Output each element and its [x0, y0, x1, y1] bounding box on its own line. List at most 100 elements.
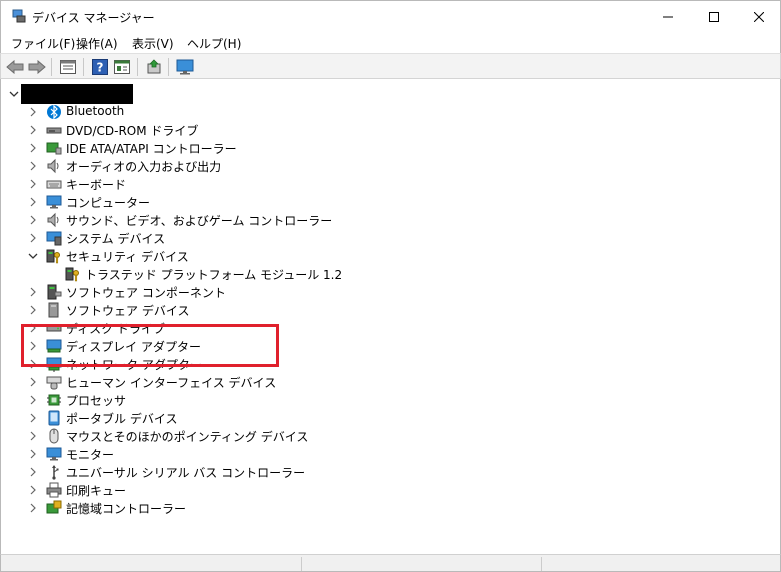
tree-category-label: ポータブル デバイス [66, 412, 178, 426]
chevron-right-icon[interactable] [28, 377, 38, 387]
chevron-down-icon[interactable] [28, 251, 38, 261]
chevron-right-icon[interactable] [28, 449, 38, 459]
tree-category-label: セキュリティ デバイス [66, 250, 189, 264]
menu-action[interactable]: 操作(A) [76, 35, 118, 52]
bluetooth-icon [47, 104, 61, 120]
tree-category-label: システム デバイス [66, 232, 166, 246]
view-button[interactable] [112, 57, 132, 77]
chevron-right-icon[interactable] [28, 215, 38, 225]
speaker-icon [47, 158, 59, 174]
tree-category[interactable]: ソフトウェア デバイス [1, 301, 761, 319]
tree-category[interactable]: セキュリティ デバイス [1, 247, 761, 265]
window-title: デバイス マネージャー [32, 11, 155, 25]
security-key-icon [65, 267, 79, 282]
tree-category-label: 印刷キュー [66, 484, 127, 498]
speaker-icon [47, 212, 59, 228]
mouse-icon [49, 428, 59, 444]
chevron-right-icon[interactable] [28, 179, 38, 189]
tree-category[interactable]: マウスとそのほかのポインティング デバイス [1, 427, 761, 445]
help-button[interactable]: ? [90, 57, 110, 77]
tree-category-label: DVD/CD-ROM ドライブ [66, 124, 199, 138]
chevron-right-icon[interactable] [28, 197, 38, 207]
chevron-right-icon[interactable] [28, 107, 38, 117]
tree-category-label: Bluetooth [66, 104, 125, 118]
printer-icon [46, 482, 62, 498]
chevron-right-icon[interactable] [28, 485, 38, 495]
maximize-icon [709, 11, 719, 22]
computer-icon [46, 195, 62, 209]
properties-pane-icon [60, 60, 76, 74]
tree-device[interactable]: トラステッド プラットフォーム モジュール 1.2 [1, 265, 761, 283]
status-bar [0, 554, 781, 572]
device-manager-app-icon [12, 9, 26, 23]
close-button[interactable] [736, 1, 781, 32]
tree-category[interactable]: モニター [1, 445, 761, 463]
tree-category[interactable]: プロセッサ [1, 391, 761, 409]
chevron-right-icon[interactable] [28, 431, 38, 441]
monitor-scan-icon [176, 59, 194, 75]
chevron-right-icon[interactable] [28, 233, 38, 243]
menu-help[interactable]: ヘルプ(H) [187, 35, 241, 52]
tree-category[interactable]: ヒューマン インターフェイス デバイス [1, 373, 761, 391]
tree-category[interactable]: ユニバーサル シリアル バス コントローラー [1, 463, 761, 481]
properties-pane-button[interactable] [58, 57, 78, 77]
toolbar-separator [83, 58, 84, 76]
tree-category-label: モニター [66, 448, 115, 462]
menu-view[interactable]: 表示(V) [132, 35, 174, 52]
highlight-box [21, 324, 279, 367]
chevron-right-icon[interactable] [28, 287, 38, 297]
usb-icon [52, 465, 59, 480]
redacted-computer-name [21, 84, 133, 104]
keyboard-icon [46, 180, 62, 189]
tree-category[interactable]: 印刷キュー [1, 481, 761, 499]
tree-device-label: トラステッド プラットフォーム モジュール 1.2 [85, 268, 343, 282]
minimize-icon [663, 16, 673, 17]
tree-category-label: オーディオの入力および出力 [66, 160, 222, 174]
maximize-button[interactable] [691, 1, 737, 32]
tree-category-label: ソフトウェア コンポーネント [66, 286, 226, 300]
security-key-icon [46, 249, 60, 264]
tree-category[interactable]: 記憶域コントローラー [1, 499, 761, 517]
chevron-right-icon[interactable] [28, 395, 38, 405]
chevron-right-icon[interactable] [28, 503, 38, 513]
menu-file[interactable]: ファイル(F) [11, 35, 75, 52]
chevron-right-icon[interactable] [28, 305, 38, 315]
tree-category[interactable]: ポータブル デバイス [1, 409, 761, 427]
update-driver-button[interactable] [144, 57, 164, 77]
chevron-right-icon[interactable] [28, 413, 38, 423]
chevron-right-icon[interactable] [28, 467, 38, 477]
hid-icon [46, 376, 62, 390]
tree-category[interactable]: システム デバイス [1, 229, 761, 247]
storage-controller-icon [46, 500, 62, 514]
tree-category-label: ヒューマン インターフェイス デバイス [66, 376, 277, 390]
chevron-right-icon[interactable] [28, 161, 38, 171]
forward-button[interactable] [27, 57, 47, 77]
tree-category-label: IDE ATA/ATAPI コントローラー [66, 142, 237, 156]
tree-category[interactable]: キーボード [1, 175, 761, 193]
tree-category[interactable]: IDE ATA/ATAPI コントローラー [1, 139, 761, 157]
tree-category-label: サウンド、ビデオ、およびゲーム コントローラー [66, 214, 333, 228]
tree-category[interactable]: サウンド、ビデオ、およびゲーム コントローラー [1, 211, 761, 229]
back-button[interactable] [5, 57, 25, 77]
forward-icon [28, 60, 46, 74]
view-icon [114, 60, 130, 74]
scroll-area [0, 545, 781, 554]
scan-hardware-button[interactable] [175, 57, 195, 77]
chevron-down-icon[interactable] [9, 89, 19, 99]
tree-category[interactable]: DVD/CD-ROM ドライブ [1, 121, 761, 139]
tree-category[interactable]: コンピューター [1, 193, 761, 211]
system-device-icon [46, 231, 62, 246]
tree-category-label: ユニバーサル シリアル バス コントローラー [66, 466, 306, 480]
tree-category-label: コンピューター [66, 196, 151, 210]
ide-controller-icon [46, 142, 62, 155]
minimize-button[interactable] [645, 1, 691, 32]
tree-category[interactable]: オーディオの入力および出力 [1, 157, 761, 175]
tree-category[interactable]: ソフトウェア コンポーネント [1, 283, 761, 301]
tree-category-label: ソフトウェア デバイス [66, 304, 190, 318]
close-icon [754, 11, 764, 22]
tree-category-label: キーボード [66, 178, 127, 192]
chevron-right-icon[interactable] [28, 143, 38, 153]
chevron-right-icon[interactable] [28, 125, 38, 135]
tree-category[interactable]: Bluetooth [1, 103, 761, 121]
software-device-icon [48, 302, 59, 318]
